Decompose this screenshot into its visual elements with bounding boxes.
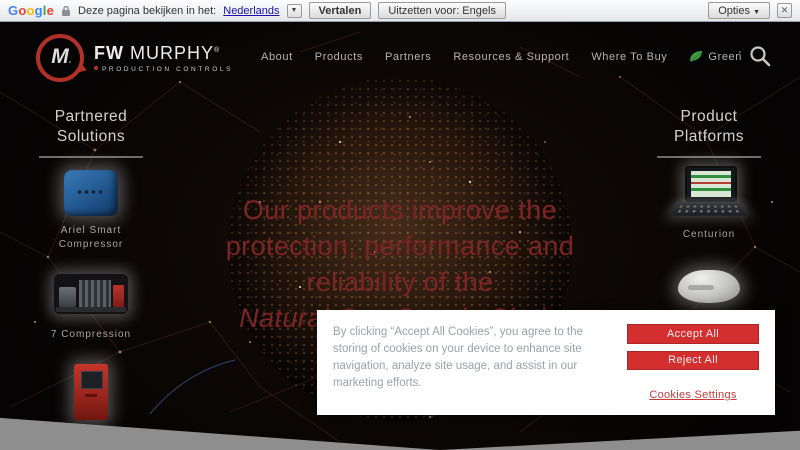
compression-motor [59,287,76,307]
murphy-m-icon: M [36,34,84,82]
search-icon[interactable] [748,44,772,68]
caret-down-icon: ▼ [753,9,760,16]
cookies-settings-link[interactable]: Cookies Settings [627,389,759,401]
nav-item-partners[interactable]: Partners [385,51,431,63]
translate-bar-label: Deze pagina bekijken in het: [78,5,216,17]
disable-translation-button[interactable]: Uitzetten voor: Engels [378,2,506,19]
panel-screen [81,371,103,389]
google-logo-letter: o [26,3,34,18]
hero-line: reliability of the [120,264,680,300]
logo-text: FW MURPHY® PRODUCTION CONTROLS [94,43,233,73]
reject-all-button[interactable]: Reject All [627,351,759,371]
accept-all-button[interactable]: Accept All [627,324,759,344]
close-translate-bar-button[interactable]: ✕ [777,3,792,18]
nav-item-green-label: Green [708,51,742,63]
close-icon: ✕ [781,5,789,15]
fw-murphy-logo[interactable]: M FW MURPHY® PRODUCTION CONTROLS [36,34,233,82]
page: Google Deze pagina bekijken in het: Nede… [0,0,800,450]
centurion-screen [685,166,737,202]
translate-button-label: Vertalen [319,5,362,17]
site-header: M FW MURPHY® PRODUCTION CONTROLS About P… [0,22,800,82]
nav-item-where-to-buy[interactable]: Where To Buy [591,51,667,63]
google-logo: Google [8,3,54,18]
ariel-smart-compressor-image[interactable] [64,170,118,216]
registered-mark: ® [214,47,220,54]
main-nav: About Products Partners Resources & Supp… [261,50,742,63]
google-logo-letter: g [35,3,43,18]
cookie-message: By clicking “Accept All Cookies”, you ag… [333,324,627,401]
title-underline [39,156,143,158]
logo-name: MURPHY [130,43,214,63]
translate-button[interactable]: Vertalen [309,2,372,19]
lock-icon [61,5,71,17]
panel-slot [85,394,97,397]
centurion-image[interactable] [670,166,748,222]
leaf-icon [689,50,703,63]
custom-control-panels-label[interactable]: Custom Control Panels [16,432,166,446]
cookie-actions: Accept All Reject All Cookies Settings [627,324,759,401]
logo-arrow-decoration [78,63,89,75]
custom-control-panels-image[interactable] [74,364,108,420]
nav-item-resources-support[interactable]: Resources & Support [453,51,569,63]
logo-tagline: PRODUCTION CONTROLS [94,66,233,73]
compression-image[interactable] [54,274,128,314]
options-button[interactable]: Opties ▼ [708,2,770,19]
hero-line: protection, performance and [120,228,680,264]
google-translate-bar: Google Deze pagina bekijken in het: Nede… [0,0,800,22]
nav-item-products[interactable]: Products [315,51,363,63]
product-platforms-title: Product Platforms [661,107,757,147]
partnered-solutions-title: Partnered Solutions [43,107,139,147]
hero-line: Our products improve the [120,192,680,228]
centurion-keyboard [671,202,747,215]
language-dropdown-button[interactable]: ▼ [287,4,302,18]
language-link[interactable]: Nederlands [223,5,279,17]
title-underline [657,156,761,158]
nav-item-about[interactable]: About [261,51,293,63]
mlink-image[interactable] [678,270,740,303]
logo-brand: FW [94,43,124,63]
google-logo-letter: o [18,3,26,18]
cookie-consent-banner: By clicking “Accept All Cookies”, you ag… [317,310,775,415]
google-logo-letter: G [8,3,18,18]
nav-item-green[interactable]: Green [689,50,742,63]
logo-mark-letter: M [51,45,69,69]
options-button-label: Opties [718,5,750,17]
compression-pipes [79,280,111,307]
compression-base [56,307,126,312]
google-logo-letter: e [47,3,54,18]
